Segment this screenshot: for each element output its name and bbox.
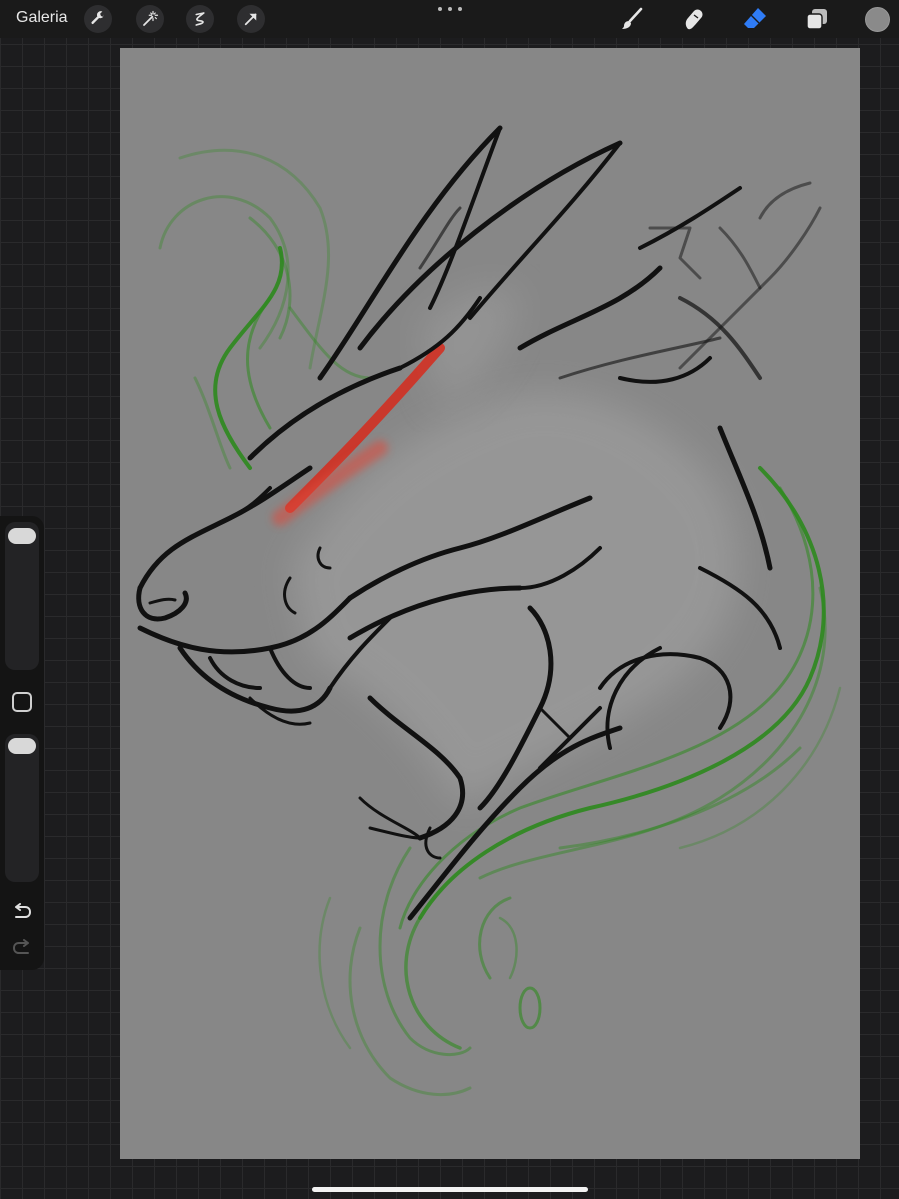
magic-wand-icon <box>143 10 159 26</box>
undo-icon <box>15 903 32 918</box>
eraser-icon <box>744 8 766 28</box>
actions-wrench-button[interactable] <box>84 5 112 33</box>
eraser-tool-button[interactable] <box>740 4 770 34</box>
brush-size-slider[interactable] <box>5 522 39 670</box>
brush-icon <box>622 7 643 29</box>
brush-tool-button[interactable] <box>617 4 647 34</box>
gallery-button[interactable]: Galeria <box>16 9 68 27</box>
modify-button[interactable] <box>12 692 32 712</box>
opacity-slider[interactable] <box>5 734 39 882</box>
top-toolbar: Galeria <box>0 0 899 38</box>
adjustments-button[interactable] <box>136 5 164 33</box>
selection-s-icon <box>195 12 205 26</box>
wrench-icon <box>91 11 104 25</box>
transform-arrow-icon <box>244 13 257 26</box>
dragon-sketch-artwork <box>136 125 842 1097</box>
smudge-tool-button[interactable] <box>678 4 708 34</box>
left-sidebar <box>0 516 44 970</box>
redo-icon <box>12 939 29 954</box>
redo-button[interactable] <box>10 938 34 958</box>
opacity-thumb[interactable] <box>8 738 36 754</box>
more-options-icon[interactable] <box>438 2 462 16</box>
layers-button[interactable] <box>802 4 832 34</box>
transform-button[interactable] <box>237 5 265 33</box>
undo-button[interactable] <box>10 902 34 922</box>
selection-button[interactable] <box>186 5 214 33</box>
brush-size-thumb[interactable] <box>8 528 36 544</box>
color-picker-button[interactable] <box>865 7 890 32</box>
drawing-canvas[interactable] <box>120 48 860 1159</box>
smudge-icon <box>685 9 703 30</box>
layers-icon <box>806 9 827 30</box>
home-indicator[interactable] <box>312 1187 588 1192</box>
